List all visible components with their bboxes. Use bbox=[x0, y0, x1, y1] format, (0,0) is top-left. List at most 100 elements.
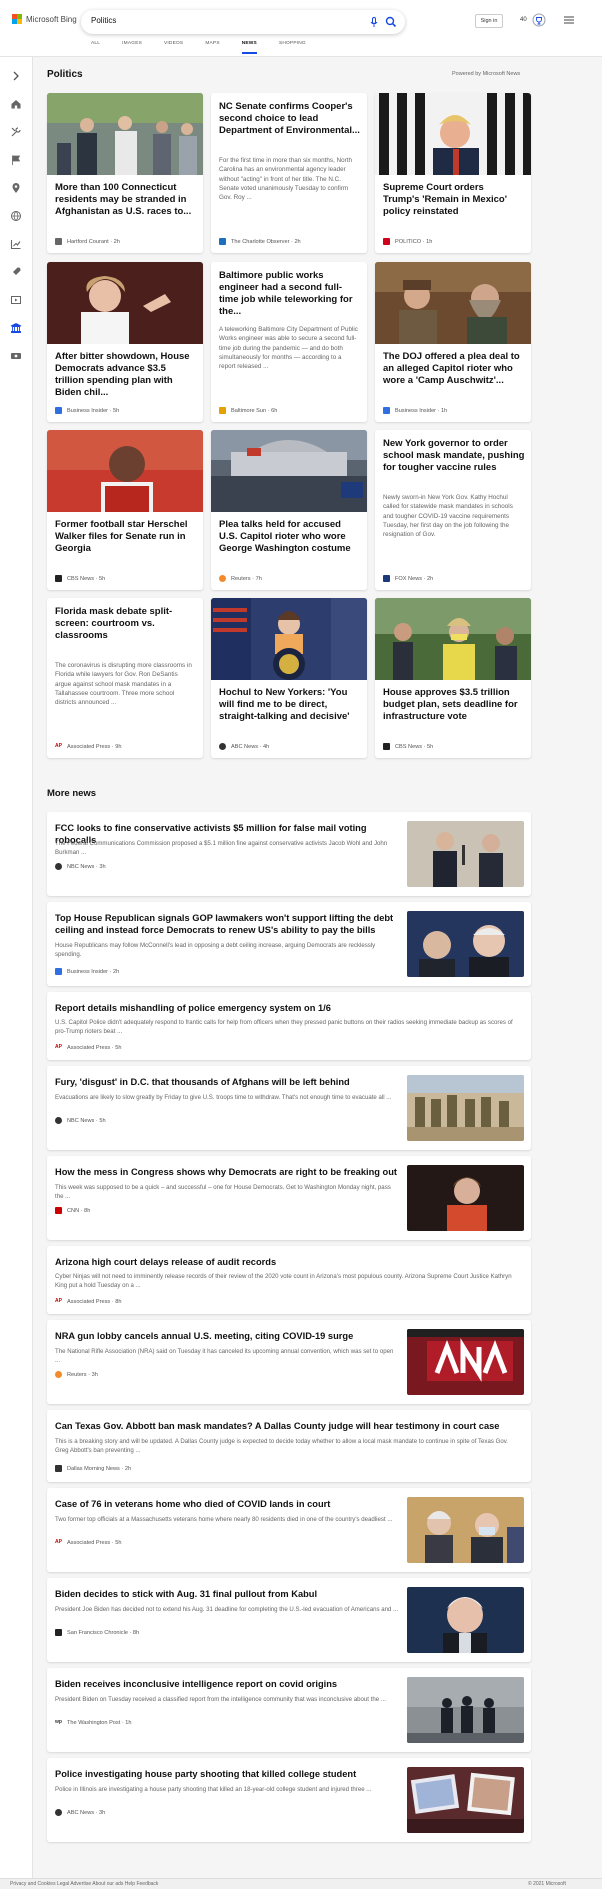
card-headline[interactable]: More than 100 Connecticut residents may … bbox=[55, 182, 195, 218]
card-headline[interactable]: Baltimore public works engineer had a se… bbox=[219, 270, 361, 318]
card-snippet: For the first time in more than six mont… bbox=[219, 157, 352, 202]
news-card[interactable]: House approves $3.5 trillion budget plan… bbox=[375, 598, 531, 758]
source-name: Baltimore Sun bbox=[231, 407, 267, 414]
item-headline[interactable]: Top House Republican signals GOP lawmake… bbox=[55, 912, 399, 936]
news-list-item[interactable]: Biden receives inconclusive intelligence… bbox=[47, 1668, 531, 1752]
item-headline[interactable]: Police investigating house party shootin… bbox=[55, 1768, 399, 1780]
card-headline[interactable]: Former football star Herschel Walker fil… bbox=[55, 519, 195, 555]
source-time: 2h bbox=[124, 1465, 132, 1472]
tab-shopping[interactable]: SHOPPING bbox=[279, 41, 306, 54]
item-headline[interactable]: Can Texas Gov. Abbott ban mask mandates?… bbox=[55, 1420, 523, 1432]
globe-icon[interactable] bbox=[10, 209, 22, 222]
tab-videos[interactable]: VIDEOS bbox=[164, 41, 183, 54]
home-icon[interactable] bbox=[10, 97, 22, 109]
news-list-item[interactable]: How the mess in Congress shows why Democ… bbox=[47, 1156, 531, 1240]
news-card[interactable]: More than 100 Connecticut residents may … bbox=[47, 93, 203, 253]
news-card[interactable]: The DOJ offered a plea deal to an allege… bbox=[375, 262, 531, 422]
news-list-item[interactable]: Biden decides to stick with Aug. 31 fina… bbox=[47, 1578, 531, 1662]
sign-in-button[interactable]: Sign in bbox=[475, 14, 503, 28]
movie-icon[interactable] bbox=[10, 293, 22, 305]
card-headline[interactable]: The DOJ offered a plea deal to an allege… bbox=[383, 351, 523, 387]
rewards-points[interactable]: 40 bbox=[520, 17, 527, 23]
item-headline[interactable]: NRA gun lobby cancels annual U.S. meetin… bbox=[55, 1330, 399, 1342]
footer-links[interactable]: Privacy and Cookies Legal Advertise Abou… bbox=[10, 1881, 158, 1887]
search-icon[interactable] bbox=[385, 16, 397, 28]
card-headline[interactable]: House approves $3.5 trillion budget plan… bbox=[383, 687, 523, 723]
news-card[interactable]: After bitter showdown, House Democrats a… bbox=[47, 262, 203, 422]
source-name: Associated Press bbox=[67, 1298, 111, 1305]
source-time: 7h bbox=[255, 575, 262, 582]
news-list-item[interactable]: FCC looks to fine conservative activists… bbox=[47, 812, 531, 896]
footer: Privacy and Cookies Legal Advertise Abou… bbox=[0, 1878, 602, 1889]
news-list-item[interactable]: Case of 76 in veterans home who died of … bbox=[47, 1488, 531, 1572]
card-source: Business Insider · 5h bbox=[55, 407, 119, 414]
item-headline[interactable]: Biden decides to stick with Aug. 31 fina… bbox=[55, 1588, 399, 1600]
card-headline[interactable]: Hochul to New Yorkers: 'You will find me… bbox=[219, 687, 359, 723]
source-time: 5h bbox=[115, 1539, 122, 1546]
card-headline[interactable]: Florida mask debate split-screen: courtr… bbox=[55, 606, 197, 642]
source-name: Reuters bbox=[67, 1371, 87, 1378]
money-icon[interactable] bbox=[10, 349, 22, 361]
news-card[interactable]: NC Senate confirms Cooper's second choic… bbox=[211, 93, 367, 253]
expand-sidebar-icon[interactable] bbox=[10, 69, 22, 81]
item-headline[interactable]: Arizona high court delays release of aud… bbox=[55, 1256, 523, 1268]
flag-icon[interactable] bbox=[10, 153, 22, 165]
item-source: AP Associated Press · 5h bbox=[55, 1044, 122, 1051]
source-logo-icon bbox=[383, 238, 390, 245]
news-card[interactable]: Former football star Herschel Walker fil… bbox=[47, 430, 203, 590]
news-list-item[interactable]: Report details mishandling of police eme… bbox=[47, 992, 531, 1060]
card-source: Hartford Courant · 2h bbox=[55, 238, 120, 245]
source-logo-icon bbox=[55, 1465, 62, 1472]
card-headline[interactable]: NC Senate confirms Cooper's second choic… bbox=[219, 101, 361, 137]
item-headline[interactable]: Report details mishandling of police eme… bbox=[55, 1002, 523, 1014]
news-list-item[interactable]: NRA gun lobby cancels annual U.S. meetin… bbox=[47, 1320, 531, 1404]
bing-logo[interactable]: Microsoft Bing bbox=[12, 14, 77, 24]
search-box[interactable]: Politics bbox=[81, 10, 405, 34]
politics-building-icon[interactable] bbox=[10, 321, 22, 333]
header-divider bbox=[0, 56, 602, 57]
news-card[interactable]: Hochul to New Yorkers: 'You will find me… bbox=[211, 598, 367, 758]
source-time: 5h bbox=[115, 1044, 122, 1051]
rewards-trophy-icon[interactable] bbox=[532, 13, 546, 27]
news-list-item[interactable]: Arizona high court delays release of aud… bbox=[47, 1246, 531, 1314]
item-headline[interactable]: Case of 76 in veterans home who died of … bbox=[55, 1498, 399, 1510]
item-snippet: House Republicans may follow McConnell's… bbox=[55, 942, 376, 958]
tab-news[interactable]: NEWS bbox=[241, 41, 257, 54]
card-headline[interactable]: Plea talks held for accused U.S. Capitol… bbox=[219, 519, 359, 555]
tab-all[interactable]: ALL bbox=[91, 41, 100, 54]
source-name: POLITICO bbox=[395, 238, 422, 245]
rocket-icon[interactable] bbox=[10, 265, 22, 277]
news-card[interactable]: New York governor to order school mask m… bbox=[375, 430, 531, 590]
item-headline[interactable]: How the mess in Congress shows why Democ… bbox=[55, 1166, 399, 1178]
item-headline[interactable]: Biden receives inconclusive intelligence… bbox=[55, 1678, 399, 1690]
card-source: FOX News · 2h bbox=[383, 575, 433, 582]
tab-maps[interactable]: MAPS bbox=[205, 41, 219, 54]
source-name: ABC News bbox=[67, 1809, 95, 1816]
card-headline[interactable]: Supreme Court orders Trump's 'Remain in … bbox=[383, 182, 523, 218]
tools-icon[interactable] bbox=[10, 125, 22, 137]
news-card[interactable]: Plea talks held for accused U.S. Capitol… bbox=[211, 430, 367, 590]
microphone-icon[interactable] bbox=[368, 16, 380, 28]
source-time: 3h bbox=[99, 863, 106, 870]
card-headline[interactable]: New York governor to order school mask m… bbox=[383, 438, 525, 474]
news-list-item[interactable]: Fury, 'disgust' in D.C. that thousands o… bbox=[47, 1066, 531, 1150]
source-logo-icon bbox=[219, 238, 226, 245]
card-source: CBS News · 5h bbox=[55, 575, 105, 582]
news-card[interactable]: Supreme Court orders Trump's 'Remain in … bbox=[375, 93, 531, 253]
news-list-item[interactable]: Can Texas Gov. Abbott ban mask mandates?… bbox=[47, 1410, 531, 1482]
chart-icon[interactable] bbox=[10, 237, 22, 250]
item-headline[interactable]: Fury, 'disgust' in D.C. that thousands o… bbox=[55, 1076, 399, 1088]
news-card[interactable]: Baltimore public works engineer had a se… bbox=[211, 262, 367, 422]
location-pin-icon[interactable] bbox=[10, 181, 22, 193]
search-input[interactable]: Politics bbox=[91, 16, 116, 25]
card-headline[interactable]: After bitter showdown, House Democrats a… bbox=[55, 351, 195, 399]
news-list-item[interactable]: Top House Republican signals GOP lawmake… bbox=[47, 902, 531, 986]
news-list-item[interactable]: Police investigating house party shootin… bbox=[47, 1758, 531, 1842]
item-image bbox=[407, 1767, 524, 1833]
source-name: NBC News bbox=[67, 1117, 95, 1124]
item-snippet: Cyber Ninjas will not need to imminently… bbox=[55, 1273, 512, 1289]
card-image bbox=[47, 430, 203, 512]
tab-images[interactable]: IMAGES bbox=[122, 41, 142, 54]
news-card[interactable]: Florida mask debate split-screen: courtr… bbox=[47, 598, 203, 758]
hamburger-menu-icon[interactable] bbox=[564, 16, 574, 24]
